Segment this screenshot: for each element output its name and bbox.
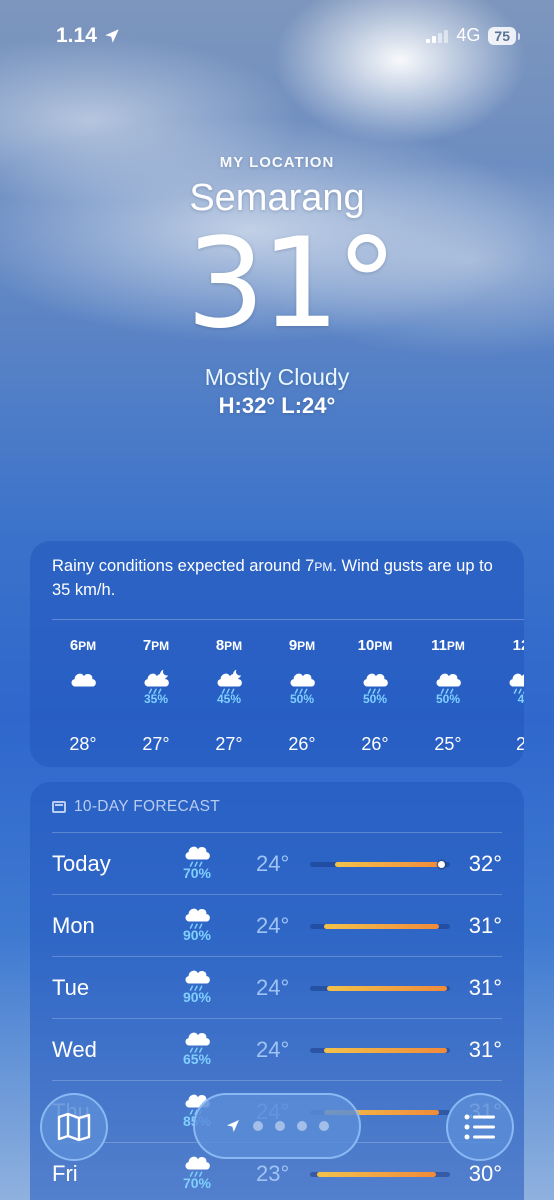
hour-item: 8PM 45% 27°	[194, 637, 264, 754]
page-dot[interactable]	[275, 1121, 285, 1131]
forecast-row[interactable]: Tue 90% 24° 31°	[52, 956, 502, 1018]
map-button[interactable]	[40, 1093, 108, 1161]
forecast-row[interactable]: Wed 65% 24° 31°	[52, 1018, 502, 1080]
location-arrow-icon[interactable]	[225, 1118, 241, 1134]
day-high: 31°	[468, 913, 502, 938]
hour-precip: 4	[517, 692, 524, 706]
hourly-summary: Rainy conditions expected around 7PM. Wi…	[52, 557, 493, 599]
hour-precip: 35%	[143, 692, 169, 706]
hour-item: 12 4 2	[486, 637, 524, 754]
battery-icon: 75	[488, 26, 520, 45]
hour-precip: 50%	[362, 692, 388, 706]
day-precip: 90%	[182, 927, 212, 943]
cloud-rain-icon: 90%	[172, 963, 222, 1005]
calendar-icon	[52, 801, 66, 813]
hour-temp: 28°	[69, 734, 97, 754]
location-arrow-icon	[105, 29, 119, 43]
list-icon	[464, 1114, 495, 1140]
day-precip: 90%	[182, 989, 212, 1005]
day-low: 24°	[256, 851, 290, 876]
weather-header: MY LOCATION Semarang 31° Mostly Cloudy H…	[0, 154, 554, 419]
temp-range-bar	[310, 986, 450, 991]
status-indicators: 4G 75	[426, 25, 520, 46]
current-temperature: 31°	[186, 212, 398, 356]
hour-precip: 50%	[435, 692, 461, 706]
day-label: Mon	[52, 913, 95, 938]
temp-range-fill	[317, 1172, 436, 1177]
hour-time: 9PM	[288, 637, 316, 654]
day-low: 24°	[256, 1037, 290, 1062]
city-list-button[interactable]	[446, 1093, 514, 1161]
divider	[52, 619, 524, 620]
hour-time: 11PM	[431, 637, 465, 654]
temp-range-bar	[310, 924, 450, 929]
status-time: 1.14	[56, 24, 121, 48]
hour-item: 11PM 50% 25°	[413, 637, 483, 754]
hour-temp: 27°	[142, 734, 170, 754]
hour-item: 7PM 35% 27°	[121, 637, 191, 754]
hour-temp: 2	[515, 734, 524, 754]
forecast-row[interactable]: Today 70% 24° 32°	[52, 832, 502, 894]
cloud-moon-rain-icon: 45%	[194, 666, 264, 716]
temp-range-fill	[326, 986, 448, 991]
forecast-title: 10-DAY FORECAST	[52, 798, 220, 816]
cloud-rain-icon: 90%	[172, 901, 222, 943]
signal-icon	[426, 29, 449, 43]
temp-range-bar	[310, 861, 450, 868]
cloud-rain-icon: 50%	[267, 666, 337, 716]
hour-time: 10PM	[357, 637, 393, 654]
day-label: Fri	[52, 1161, 78, 1186]
hour-temp: 26°	[361, 734, 389, 754]
day-high: 31°	[468, 1037, 502, 1062]
day-high: 31°	[468, 975, 502, 1000]
map-icon	[57, 1112, 91, 1142]
cloud-rain-icon: 70%	[172, 839, 222, 881]
day-high: 32°	[468, 851, 502, 876]
day-label: Wed	[52, 1037, 97, 1062]
hour-item: 10PM 50% 26°	[340, 637, 410, 754]
temp-range-fill	[324, 924, 439, 929]
day-low: 24°	[256, 975, 290, 1000]
hour-time: 12	[512, 637, 524, 654]
day-low: 24°	[256, 913, 290, 938]
condition-text: Mostly Cloudy	[204, 364, 350, 390]
high-low-text: H:32° L:24°	[218, 393, 336, 418]
hour-precip: 50%	[289, 692, 315, 706]
hour-time: 8PM	[215, 637, 243, 654]
cloud-rain-icon: 65%	[172, 1025, 222, 1067]
day-low: 23°	[256, 1161, 290, 1186]
day-precip: 65%	[182, 1051, 212, 1067]
temp-range-bar	[310, 1172, 450, 1177]
hour-item: 9PM 50% 26°	[267, 637, 337, 754]
location-label: MY LOCATION	[219, 154, 335, 171]
hour-temp: 27°	[215, 734, 243, 754]
cloud-moon-rain-icon: 35%	[121, 666, 191, 716]
hour-precip: 45%	[216, 692, 242, 706]
temp-range-fill	[324, 1048, 448, 1053]
day-label: Tue	[52, 975, 90, 1000]
cloud-rain-icon: 4	[486, 666, 524, 716]
page-indicator[interactable]	[193, 1093, 361, 1159]
network-label: 4G	[456, 25, 481, 45]
day-label: Today	[52, 851, 111, 876]
page-dot[interactable]	[253, 1121, 263, 1131]
forecast-row[interactable]: Mon 90% 24° 31°	[52, 894, 502, 956]
page-dot[interactable]	[319, 1121, 329, 1131]
hourly-forecast-card[interactable]: Rainy conditions expected around 7PM. Wi…	[30, 541, 524, 767]
cloud-rain-icon: 50%	[413, 666, 483, 716]
hour-item: 6PM 28°	[48, 637, 118, 754]
page-dot[interactable]	[297, 1121, 307, 1131]
hour-time: 7PM	[142, 637, 170, 654]
current-temp-dot	[438, 861, 446, 868]
cloud-icon	[48, 666, 118, 716]
temp-range-bar	[310, 1048, 450, 1053]
hour-temp: 25°	[434, 734, 462, 754]
day-precip: 70%	[182, 865, 212, 881]
day-high: 30°	[468, 1161, 502, 1186]
hour-time: 6PM	[69, 637, 97, 654]
temp-range-fill	[335, 862, 443, 867]
hour-temp: 26°	[288, 734, 316, 754]
cloud-rain-icon: 50%	[340, 666, 410, 716]
day-precip: 70%	[182, 1175, 212, 1191]
